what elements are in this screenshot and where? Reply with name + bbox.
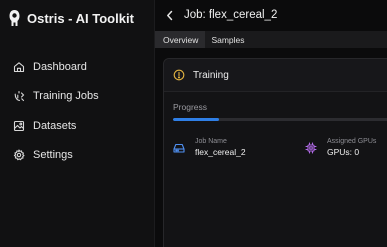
page-title: Job: flex_cereal_2 [184, 9, 278, 21]
hard-drive-icon [173, 142, 185, 154]
assigned-gpus-value: GPUs: 0 [327, 147, 360, 157]
app-title: Ostris - AI Toolkit [27, 10, 134, 26]
sidebar-item-label: Datasets [33, 119, 77, 132]
job-info-row: Job Name flex_cereal_2 Assigned GPUs GPU… [173, 138, 387, 160]
cpu-chip-icon [305, 141, 317, 154]
sidebar-item-dashboard[interactable]: Dashboard [0, 52, 155, 82]
tab-bar: Overview Samples [155, 31, 387, 48]
job-name-block: Job Name flex_cereal_2 [173, 138, 246, 157]
job-status-header: Training [164, 59, 387, 92]
job-name-text: Job Name flex_cereal_2 [195, 138, 246, 157]
sidebar-item-datasets[interactable]: Datasets [0, 111, 155, 141]
tab-overview[interactable]: Overview [155, 31, 206, 48]
progress-label: Progress [173, 102, 208, 112]
sidebar-item-label: Settings [33, 149, 73, 162]
sidebar-item-settings[interactable]: Settings [0, 141, 155, 171]
home-icon [13, 61, 25, 73]
progress-bar-fill [173, 118, 219, 121]
brand[interactable]: Ostris - AI Toolkit [8, 9, 134, 27]
info-circle-icon [173, 69, 185, 81]
assigned-gpus-label: Assigned GPUs [327, 138, 377, 145]
assigned-gpus-block: Assigned GPUs GPUs: 0 [305, 138, 376, 157]
chevron-left-icon[interactable] [166, 9, 176, 21]
job-name-value: flex_cereal_2 [195, 147, 246, 157]
sidebar-item-label: Training Jobs [33, 90, 99, 103]
sidebar-item-label: Dashboard [33, 60, 87, 73]
progress-bar [173, 118, 387, 121]
sidebar-item-training-jobs[interactable]: Training Jobs [0, 82, 155, 112]
job-name-label: Job Name [195, 138, 227, 145]
sidebar-nav: Dashboard Training Jobs Datasets Setting… [0, 52, 155, 170]
job-overview-card: Training Progress Job Name flex_cereal_2… [163, 58, 387, 247]
training-jobs-icon [13, 90, 25, 102]
main-panel: Job: flex_cereal_2 Overview Samples Trai… [155, 0, 387, 247]
gear-icon [13, 149, 25, 161]
ostris-logo-icon [8, 9, 21, 27]
assigned-gpus-text: Assigned GPUs GPUs: 0 [327, 138, 376, 157]
image-gallery-icon [13, 120, 25, 132]
page-header: Job: flex_cereal_2 [155, 0, 387, 30]
status-text: Training [193, 69, 229, 81]
tab-samples[interactable]: Samples [205, 31, 250, 48]
sidebar: Ostris - AI Toolkit Dashboard Training J… [0, 0, 155, 247]
